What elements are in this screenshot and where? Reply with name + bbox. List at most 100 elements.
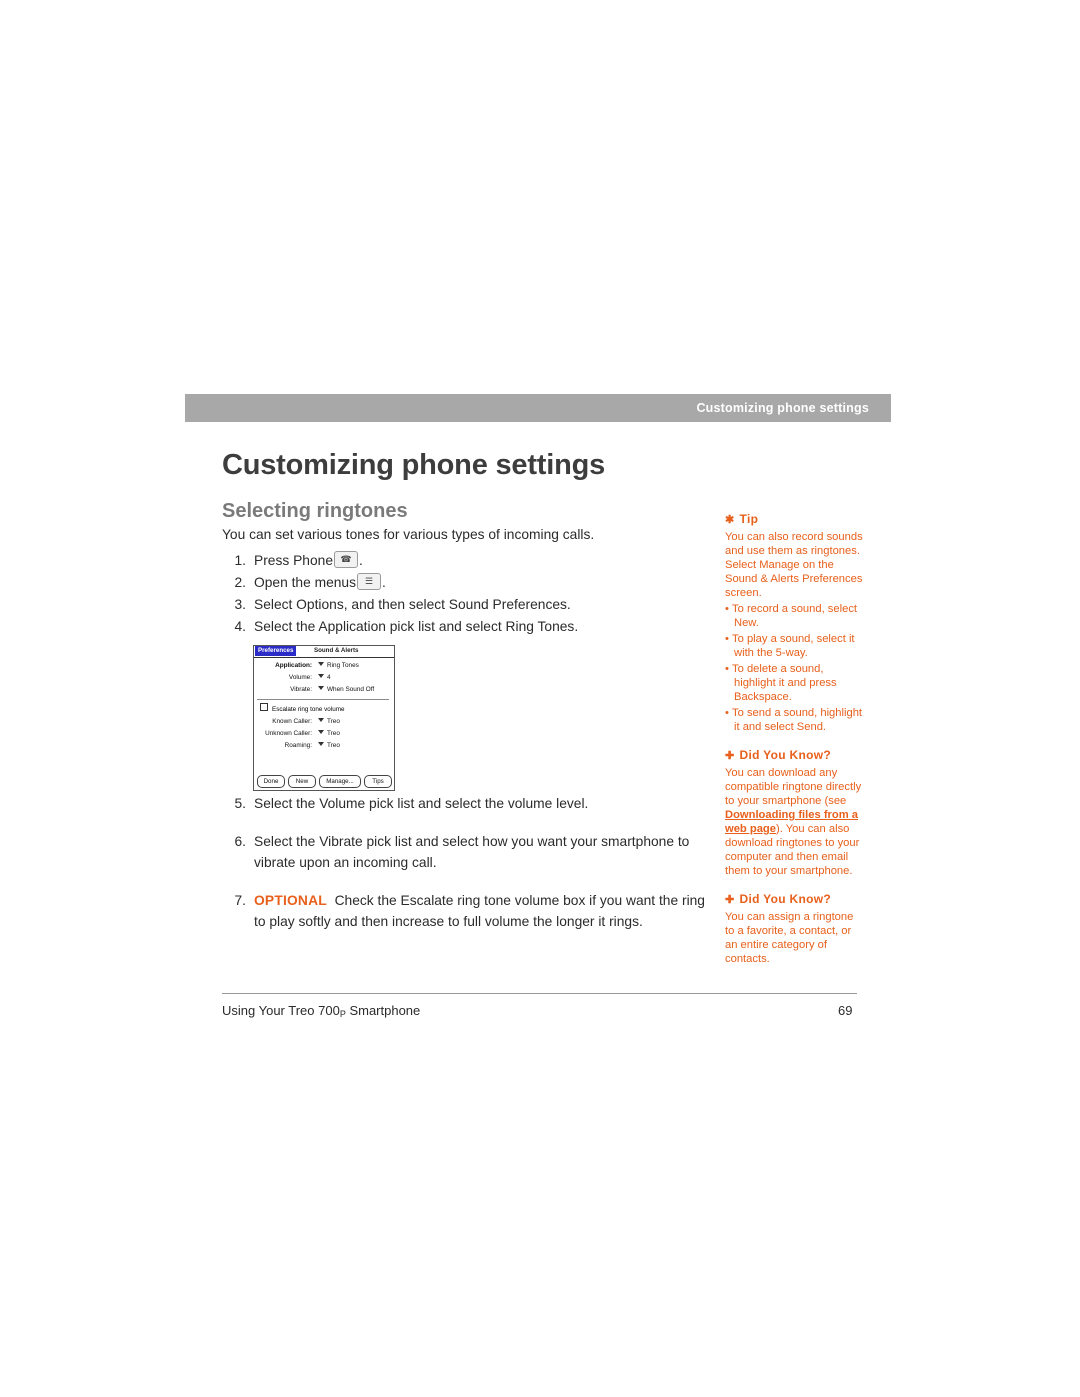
asterisk-icon: ✱ [725, 514, 735, 526]
device-row-application: Application: Ring Tones [256, 660, 392, 672]
device-value-application: Ring Tones [327, 662, 359, 669]
note-body-part-1: You can download any compatible ringtone… [725, 767, 862, 807]
device-label-known-caller: Known Caller: [272, 718, 312, 725]
step-text: Select Options, and then select Sound Pr… [254, 597, 571, 612]
device-row-volume: Volume: 4 [256, 672, 392, 684]
list-item: 7. OPTIONAL Check the Escalate ring tone… [222, 890, 712, 932]
steps-list-second: 5. Select the Volume pick list and selec… [222, 793, 712, 949]
device-checkbox-escalate[interactable]: Escalate ring tone volume [260, 703, 344, 715]
optional-label: OPTIONAL [254, 893, 327, 908]
chevron-down-icon [318, 662, 324, 666]
device-value-volume: 4 [327, 674, 331, 681]
device-value-roaming: Treo [327, 742, 340, 749]
note-bullet: • To play a sound, select it with the 5-… [725, 633, 855, 659]
step-number: 6. [234, 834, 246, 849]
list-item: 1. Press Phone ☎. [222, 550, 702, 571]
step-text: Open the menus [254, 575, 357, 590]
footer-divider [222, 993, 857, 994]
chevron-down-icon [318, 730, 324, 734]
note-bullet-text: To record a sound, select New. [732, 603, 858, 629]
note-heading-did-you-know-2: ✚ Did You Know? [725, 892, 865, 906]
device-picklist-volume[interactable]: 4 [318, 672, 331, 684]
chevron-down-icon [318, 674, 324, 678]
page-number: 69 [838, 1003, 853, 1018]
device-titlebar: Preferences Sound & Alerts [254, 646, 394, 658]
device-picklist-unknown-caller[interactable]: Treo [318, 728, 340, 740]
note-bullet: • To delete a sound, highlight it and pr… [725, 663, 837, 703]
step-text: Select the Application pick list and sel… [254, 619, 579, 634]
device-value-unknown-caller: Treo [327, 730, 340, 737]
note-heading-did-you-know-1: ✚ Did You Know? [725, 748, 865, 762]
note-body-tip: You can also record sounds and use them … [725, 531, 863, 599]
step-text: Press Phone [254, 553, 333, 568]
device-picklist-known-caller[interactable]: Treo [318, 716, 340, 728]
step-text-after: . [382, 575, 386, 590]
list-item: 2. Open the menus ☰. [222, 572, 702, 593]
note-bullet-text: To delete a sound, highlight it and pres… [732, 663, 837, 703]
steps-list-first: 1. Press Phone ☎. 2. Open the menus ☰. 3. … [222, 550, 702, 638]
phone-key-icon: ☎ [334, 551, 358, 568]
note-heading-text: Tip [739, 512, 759, 526]
list-item: 3. Select Options, and then select Sound… [222, 594, 702, 615]
device-label-roaming: Roaming: [284, 742, 312, 749]
note-heading-text: Did You Know? [739, 892, 831, 906]
step-text: Select the Volume pick list and select t… [254, 796, 589, 811]
plus-icon: ✚ [725, 894, 735, 906]
device-row-vibrate: Vibrate: When Sound Off [256, 684, 392, 696]
device-picklist-roaming[interactable]: Treo [318, 740, 340, 752]
chevron-down-icon [318, 742, 324, 746]
chevron-down-icon [318, 686, 324, 690]
device-checkbox-label: Escalate ring tone volume [272, 706, 345, 713]
note-bullet: • To record a sound, select New. [725, 603, 858, 629]
checkbox-icon[interactable] [260, 703, 268, 711]
note-bullet-text: To send a sound, highlight it and select… [732, 707, 863, 733]
footer-title-before: Using Your Treo 700 [222, 1003, 340, 1018]
section-title: Selecting ringtones [222, 500, 408, 522]
step-number: 4. [234, 619, 246, 634]
step-number: 2. [234, 575, 246, 590]
note-bullet-text: To play a sound, select it with the 5-wa… [732, 633, 855, 659]
step-number: 3. [234, 597, 246, 612]
list-item: 5. Select the Volume pick list and selec… [222, 793, 712, 814]
device-done-button[interactable]: Done [257, 775, 285, 788]
page-title: Customizing phone settings [222, 449, 606, 481]
note-body-did-you-know-2: You can assign a ringtone to a favorite,… [725, 911, 854, 965]
footer-title-after: Smartphone [345, 1003, 421, 1018]
device-title-label: Sound & Alerts [314, 647, 359, 654]
running-header-text: Customizing phone settings [696, 401, 869, 415]
running-header-bar: Customizing phone settings [185, 394, 891, 422]
device-label-unknown-caller: Unknown Caller: [265, 730, 312, 737]
intro-paragraph: You can set various tones for various ty… [222, 527, 595, 542]
device-row-roaming: Roaming: Treo [256, 740, 392, 752]
device-label-application: Application: [275, 662, 312, 669]
chevron-down-icon [318, 718, 324, 722]
list-item: 4. Select the Application pick list and … [222, 616, 702, 637]
step-number: 7. [234, 893, 246, 908]
device-screenshot-figure: Preferences Sound & Alerts Application: … [253, 645, 395, 791]
note-body-did-you-know-1: You can download any compatible ringtone… [725, 766, 865, 878]
device-label-vibrate: Vibrate: [290, 686, 312, 693]
device-picklist-vibrate[interactable]: When Sound Off [318, 684, 374, 696]
list-item: 6. Select the Vibrate pick list and sele… [222, 831, 712, 873]
sidebar-notes: ✱ Tip You can also record sounds and use … [725, 512, 865, 966]
device-value-vibrate: When Sound Off [327, 686, 375, 693]
device-button-row: Done New Manage... Tips [257, 775, 392, 788]
device-value-known-caller: Treo [327, 718, 340, 725]
device-row-known-caller: Known Caller: Treo [256, 716, 392, 728]
device-tips-button[interactable]: Tips [364, 775, 392, 788]
device-manage-button[interactable]: Manage... [319, 775, 361, 788]
step-number: 1. [234, 553, 246, 568]
device-label-volume: Volume: [288, 674, 312, 681]
device-picklist-application[interactable]: Ring Tones [318, 660, 359, 672]
device-row-unknown-caller: Unknown Caller: Treo [256, 728, 392, 740]
note-heading-tip: ✱ Tip [725, 512, 865, 526]
plus-icon: ✚ [725, 750, 735, 762]
step-number: 5. [234, 796, 246, 811]
footer-title: Using Your Treo 700P Smartphone [222, 1003, 420, 1019]
device-new-button[interactable]: New [288, 775, 316, 788]
step-text-after: . [359, 553, 363, 568]
document-page: Customizing phone settings Customizing p… [0, 0, 1080, 1397]
note-bullet: • To send a sound, highlight it and sele… [725, 707, 863, 733]
device-tab-preferences[interactable]: Preferences [255, 646, 297, 656]
note-heading-text: Did You Know? [739, 748, 831, 762]
